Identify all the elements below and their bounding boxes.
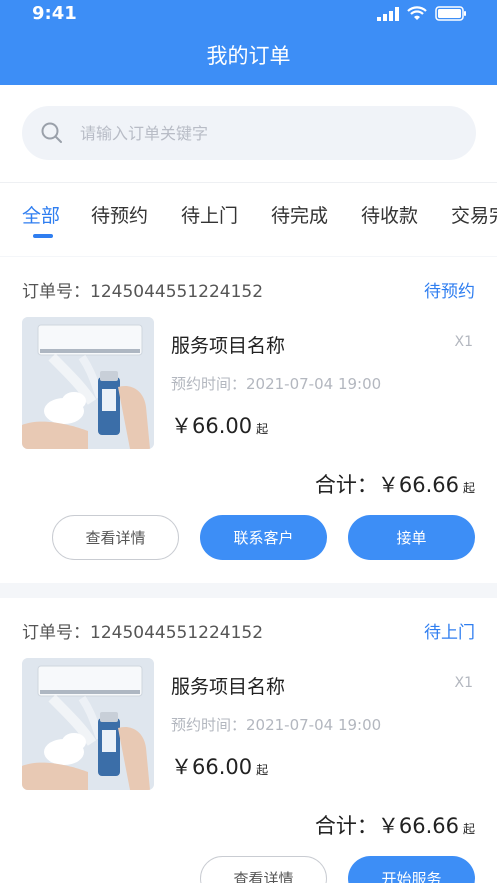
tab-pending-payment[interactable]: 待收款 — [361, 201, 418, 228]
order-number: 订单号：1245044551224152 — [22, 623, 264, 643]
start-service-button[interactable]: 开始服务 — [348, 856, 475, 883]
service-name: 服务项目名称 — [171, 676, 286, 698]
status-bar: 9:41 — [0, 0, 497, 30]
search-box[interactable] — [22, 106, 476, 160]
order-card: 订单号：1245044551224152 待上门 服务项目名称 X1 预约时间：… — [0, 598, 497, 883]
view-details-button[interactable]: 查看详情 — [200, 856, 327, 883]
wifi-icon — [407, 6, 427, 20]
total-suffix: 起 — [462, 481, 475, 495]
page-title: 我的订单 — [206, 44, 291, 68]
total-value: 合计：￥66.66 — [314, 473, 459, 497]
search-input[interactable] — [80, 123, 430, 143]
service-name: 服务项目名称 — [171, 335, 286, 357]
tab-pending-completion[interactable]: 待完成 — [271, 201, 328, 228]
tab-pending-appointment[interactable]: 待预约 — [91, 201, 148, 228]
quantity: X1 — [454, 675, 474, 691]
order-card: 订单号：1245044551224152 待预约 服务项目名称 X1 预约时间：… — [0, 257, 497, 583]
tab-completed[interactable]: 交易完 — [451, 201, 497, 228]
app-header: 9:41 我的订单 — [0, 0, 497, 85]
battery-icon — [435, 6, 466, 21]
price-value: ￥66.00 — [171, 414, 253, 438]
order-status: 待上门 — [424, 623, 475, 643]
price-value: ￥66.00 — [171, 755, 253, 779]
appointment-time: 预约时间：2021-07-04 19:00 — [171, 375, 382, 393]
air-conditioner-cleaning-image — [22, 317, 154, 449]
view-details-button[interactable]: 查看详情 — [52, 515, 179, 560]
order-total: 合计：￥66.66 起 — [315, 810, 475, 840]
quantity: X1 — [454, 334, 474, 350]
unit-price: ￥66.00 起 — [171, 751, 268, 781]
order-number: 订单号：1245044551224152 — [22, 282, 264, 302]
service-image[interactable] — [22, 317, 154, 449]
order-status: 待预约 — [424, 282, 475, 302]
accept-order-button[interactable]: 接单 — [348, 515, 475, 560]
search-area — [0, 85, 497, 182]
tab-active-indicator — [33, 234, 53, 238]
unit-price: ￥66.00 起 — [171, 410, 268, 440]
tab-pending-visit[interactable]: 待上门 — [181, 201, 238, 228]
service-image[interactable] — [22, 658, 154, 790]
order-total: 合计：￥66.66 起 — [315, 469, 475, 499]
air-conditioner-cleaning-image — [22, 658, 154, 790]
tab-all[interactable]: 全部 — [22, 201, 60, 228]
contact-customer-button[interactable]: 联系客户 — [200, 515, 327, 560]
signal-icon — [377, 6, 399, 21]
price-suffix: 起 — [256, 763, 269, 777]
price-suffix: 起 — [256, 422, 269, 436]
status-time: 9:41 — [32, 3, 77, 24]
total-value: 合计：￥66.66 — [314, 814, 459, 838]
status-icons — [377, 6, 467, 21]
total-suffix: 起 — [462, 822, 475, 836]
search-icon — [41, 122, 62, 143]
status-tabs: 全部 待预约 待上门 待完成 待收款 交易完 — [0, 182, 497, 256]
appointment-time: 预约时间：2021-07-04 19:00 — [171, 716, 382, 734]
